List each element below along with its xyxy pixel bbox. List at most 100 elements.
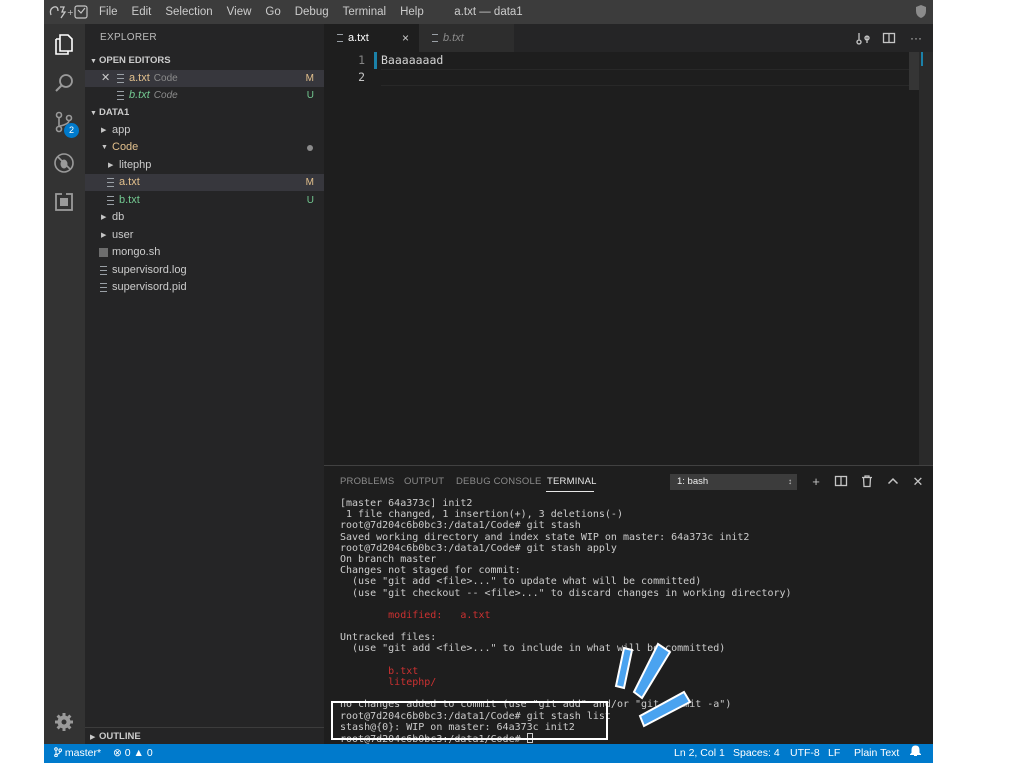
problems-summary[interactable]: ⊗ 0 ▲ 0	[113, 744, 153, 763]
tree-file-supervisord-pid[interactable]: supervisord.pid	[85, 279, 324, 296]
text-file-icon	[337, 34, 343, 42]
git-modified-gutter-mark	[374, 52, 377, 69]
close-icon[interactable]: ×	[402, 24, 409, 52]
menu-selection[interactable]: Selection	[158, 0, 219, 24]
menu-file[interactable]: File	[92, 0, 125, 24]
terminal-line: modified: a.txt	[340, 609, 491, 621]
chevron-right-icon: ▶	[101, 232, 107, 239]
tab-a-txt[interactable]: a.txt ×	[324, 24, 419, 52]
terminal-select[interactable]: 1: bash ↕	[670, 474, 797, 490]
svg-text:+: +	[67, 8, 74, 17]
chevron-down-icon: ▼	[101, 144, 108, 151]
search-icon[interactable]	[52, 71, 76, 95]
tree-file-b-txt[interactable]: b.txt U	[85, 192, 324, 209]
menu-terminal[interactable]: Terminal	[336, 0, 393, 24]
open-changes-icon[interactable]	[856, 31, 870, 45]
app-logo-icon: +	[48, 3, 92, 21]
tree-folder-user[interactable]: ▶ user	[85, 227, 324, 244]
line-number-gutter: 1 2	[324, 52, 374, 86]
language-mode[interactable]: Plain Text	[854, 744, 899, 763]
code-text[interactable]: Baaaaaaad	[381, 52, 851, 86]
line-ending[interactable]: LF	[828, 744, 840, 763]
chevron-down-icon: ▼	[90, 58, 97, 65]
tree-file-supervisord-log[interactable]: supervisord.log	[85, 262, 324, 279]
extensions-icon[interactable]	[52, 190, 76, 214]
close-icon[interactable]: ✕	[101, 70, 110, 87]
menu-go[interactable]: Go	[258, 0, 287, 24]
git-branch[interactable]: master*	[54, 744, 101, 763]
scrollbar-change-mark	[921, 52, 931, 66]
vscode-window: + File Edit Selection View Go Debug Term…	[44, 0, 933, 763]
code-line[interactable]	[381, 69, 851, 86]
text-file-icon	[100, 283, 107, 292]
status-bar: master* ⊗ 0 ▲ 0 Ln 2, Col 1 Spaces: 4 UT…	[44, 744, 933, 763]
git-status-untracked: U	[306, 195, 314, 206]
text-file-icon	[107, 178, 114, 187]
cursor-position[interactable]: Ln 2, Col 1	[674, 744, 725, 763]
split-editor-icon[interactable]	[882, 31, 896, 45]
shell-file-icon	[99, 248, 108, 257]
close-panel-icon[interactable]: ✕	[910, 474, 926, 490]
select-caret-icon: ↕	[788, 477, 792, 486]
source-control-badge: 2	[64, 123, 79, 138]
code-line[interactable]: Baaaaaaad	[381, 52, 851, 69]
tree-file-a-txt[interactable]: a.txt M	[85, 174, 324, 191]
terminal-line: Saved working directory and index state …	[340, 531, 750, 543]
tab-terminal[interactable]: TERMINAL	[547, 476, 597, 487]
tree-folder-app[interactable]: ▶ app	[85, 122, 324, 139]
notification-bell-icon[interactable]	[909, 744, 922, 763]
warning-icon: ▲	[133, 747, 144, 759]
settings-gear-icon[interactable]	[52, 710, 76, 734]
tree-folder-db[interactable]: ▶ db	[85, 209, 324, 226]
tree-file-mongo-sh[interactable]: mongo.sh	[85, 244, 324, 261]
debug-icon[interactable]	[52, 151, 76, 175]
error-icon: ⊗	[113, 747, 122, 759]
split-terminal-icon[interactable]	[833, 474, 849, 490]
explorer-icon[interactable]	[52, 32, 76, 56]
chevron-right-icon: ▶	[101, 214, 107, 221]
chevron-up-icon[interactable]	[885, 474, 901, 490]
text-file-icon	[117, 74, 124, 83]
menu-view[interactable]: View	[220, 0, 259, 24]
panel-tabs: PROBLEMS OUTPUT DEBUG CONSOLE TERMINAL 1…	[324, 466, 933, 498]
menu-bar: File Edit Selection View Go Debug Termin…	[92, 0, 431, 24]
chevron-right-icon: ▶	[101, 127, 107, 134]
menu-help[interactable]: Help	[393, 0, 431, 24]
editor-scrollbar[interactable]	[919, 52, 933, 465]
tab-problems[interactable]: PROBLEMS	[340, 476, 394, 487]
git-branch-icon	[54, 747, 62, 758]
file-encoding[interactable]: UTF-8	[790, 744, 820, 763]
outline-header[interactable]: ▶ OUTLINE	[85, 727, 324, 744]
terminal-line: root@7d204c6b0bc3:/data1/Code# git stash	[340, 520, 581, 532]
tree-folder-litephp[interactable]: ▶ litephp	[85, 157, 324, 174]
menu-debug[interactable]: Debug	[288, 0, 336, 24]
terminal-line: On branch master	[340, 553, 437, 565]
open-editor-a-txt[interactable]: ✕ a.txt Code M	[85, 70, 324, 87]
new-terminal-plus-icon[interactable]: +	[808, 474, 824, 490]
active-tab-indicator	[546, 491, 594, 492]
menu-edit[interactable]: Edit	[125, 0, 159, 24]
tree-folder-code[interactable]: ▼ Code	[85, 139, 324, 156]
explorer-sidebar: EXPLORER ▼ OPEN EDITORS ✕ a.txt Code M b.t…	[85, 24, 324, 744]
activity-bar: 2	[44, 24, 85, 744]
trash-icon[interactable]	[859, 474, 875, 490]
tab-debug-console[interactable]: DEBUG CONSOLE	[456, 476, 541, 487]
indentation[interactable]: Spaces: 4	[733, 744, 780, 763]
more-actions-icon[interactable]: ···	[909, 31, 923, 45]
open-editor-b-txt[interactable]: b.txt Code U	[85, 87, 324, 104]
text-file-icon	[100, 266, 107, 275]
git-status-modified: M	[305, 73, 314, 84]
tab-output[interactable]: OUTPUT	[404, 476, 444, 487]
chevron-down-icon: ▼	[90, 110, 97, 117]
tab-b-txt[interactable]: b.txt	[419, 24, 514, 52]
explorer-title: EXPLORER	[100, 32, 157, 43]
shield-icon[interactable]	[915, 4, 927, 19]
terminal-line: (use "git add <file>..." to update what …	[340, 576, 702, 588]
title-bar: + File Edit Selection View Go Debug Term…	[44, 0, 933, 24]
modified-dot-icon	[307, 145, 313, 151]
open-editors-header[interactable]: ▼ OPEN EDITORS	[85, 52, 324, 70]
editor-tabs: a.txt × b.txt ···	[324, 24, 933, 52]
git-status-modified: M	[305, 177, 314, 188]
folder-header-data1[interactable]: ▼ DATA1	[85, 104, 324, 122]
